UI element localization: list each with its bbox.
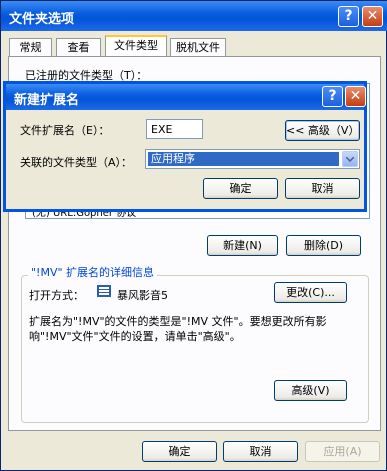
associated-type-value: 应用程序 bbox=[148, 152, 339, 166]
details-group-title: "!MV" 扩展名的详细信息 bbox=[28, 264, 158, 280]
dialog-ok-button[interactable]: 确定 bbox=[203, 178, 278, 199]
dialog-title: 新建扩展名 bbox=[14, 93, 80, 108]
opens-with-app-name: 暴风影音5 bbox=[117, 289, 168, 302]
dialog-help-icon[interactable]: ? bbox=[322, 86, 343, 107]
extension-value: EXE bbox=[151, 123, 173, 136]
chevron-down-icon[interactable] bbox=[342, 151, 358, 167]
dialog-advanced-button[interactable]: << 高级（V） bbox=[285, 120, 360, 141]
new-extension-dialog: 新建扩展名 ? ✕ 文件扩展名（E）： EXE << 高级（V） 关联的文件类型… bbox=[3, 81, 367, 212]
delete-button[interactable]: 删除(D) bbox=[286, 235, 361, 256]
dialog-cancel-button[interactable]: 取消 bbox=[285, 178, 360, 199]
window-title: 文件夹选项 bbox=[9, 12, 75, 27]
apply-button[interactable]: 应用(A) bbox=[305, 441, 380, 462]
tab-label: 文件类型 bbox=[114, 39, 158, 52]
extension-input[interactable]: EXE bbox=[146, 119, 203, 139]
cancel-button[interactable]: 取消 bbox=[223, 441, 298, 462]
title-bar: 文件夹选项 ? ✕ bbox=[1, 1, 387, 31]
help-icon[interactable]: ? bbox=[338, 6, 359, 27]
tab-view[interactable]: 查看 bbox=[56, 38, 101, 58]
associated-type-label: 关联的文件类型（A）： bbox=[20, 156, 133, 169]
tab-label: 查看 bbox=[67, 41, 90, 54]
ok-button[interactable]: 确定 bbox=[142, 441, 217, 462]
tab-label: 脱机文件 bbox=[176, 41, 220, 54]
close-icon[interactable]: ✕ bbox=[362, 6, 383, 27]
advanced-button[interactable]: 高级(V) bbox=[274, 380, 347, 401]
dialog-title-bar: 新建扩展名 ? ✕ bbox=[6, 84, 366, 110]
tab-offline-files[interactable]: 脱机文件 bbox=[170, 38, 226, 58]
opens-with-label: 打开方式： bbox=[29, 289, 84, 302]
player-app-icon bbox=[96, 283, 112, 299]
associated-type-select[interactable]: 应用程序 bbox=[145, 149, 360, 169]
folder-options-window: 文件夹选项 ? ✕ 常规 查看 文件类型 脱机文件 已注册的文件类型（T）： (… bbox=[0, 0, 387, 471]
tab-label: 常规 bbox=[19, 41, 42, 54]
extension-label: 文件扩展名（E）： bbox=[20, 124, 110, 137]
tab-general[interactable]: 常规 bbox=[9, 38, 52, 58]
details-description: 扩展名为"!MV"的文件的类型是"!MV 文件"。要想更改所有影响"!MV"文件… bbox=[29, 315, 327, 343]
tab-file-types[interactable]: 文件类型 bbox=[105, 35, 167, 57]
dialog-close-icon[interactable]: ✕ bbox=[345, 86, 366, 107]
change-button[interactable]: 更改(C)... bbox=[274, 282, 347, 303]
new-button[interactable]: 新建(N) bbox=[207, 235, 278, 256]
